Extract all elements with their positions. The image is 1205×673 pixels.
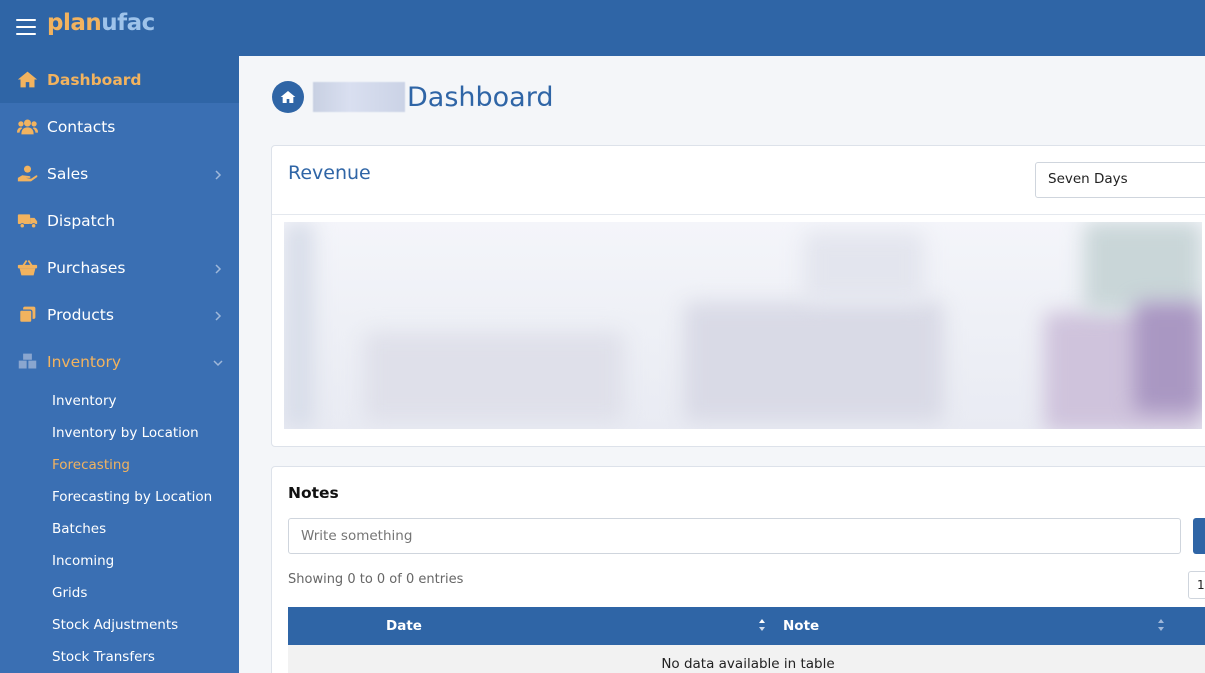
table-header: Date Note xyxy=(288,607,1205,645)
revenue-card: Revenue Seven Days xyxy=(271,145,1205,447)
notes-card: Notes Showing 0 to 0 of 0 entries 10 Dat… xyxy=(271,466,1205,673)
revenue-card-header: Revenue Seven Days xyxy=(272,146,1205,215)
add-note-button[interactable] xyxy=(1193,518,1205,554)
chevron-right-icon xyxy=(213,261,223,274)
sidebar-item-dashboard[interactable]: Dashboard xyxy=(0,56,239,103)
submenu-item-label: Inventory xyxy=(52,393,117,409)
sidebar-item-contacts[interactable]: Contacts xyxy=(0,103,239,150)
submenu-item-stock-adjustments[interactable]: Stock Adjustments xyxy=(0,609,239,641)
page-title: Dashboard xyxy=(407,81,554,113)
inventory-submenu: Inventory Inventory by Location Forecast… xyxy=(0,385,239,673)
submenu-item-label: Incoming xyxy=(52,553,115,569)
page-header: Dashboard xyxy=(272,80,553,114)
sidebar-item-dispatch[interactable]: Dispatch xyxy=(0,197,239,244)
top-navbar: planufac xyxy=(0,0,1205,56)
submenu-item-incoming[interactable]: Incoming xyxy=(0,545,239,577)
notes-table: Date Note No data available in table xyxy=(288,607,1205,673)
notes-input[interactable] xyxy=(288,518,1181,554)
sidebar-item-label: Purchases xyxy=(47,258,126,277)
truck-icon xyxy=(16,211,38,231)
sidebar-item-inventory[interactable]: Inventory xyxy=(0,338,239,385)
chevron-right-icon xyxy=(213,167,223,180)
sort-icon[interactable] xyxy=(1157,618,1165,632)
column-header-note[interactable]: Note xyxy=(783,618,819,634)
column-header-date[interactable]: Date xyxy=(386,618,422,634)
submenu-item-label: Grids xyxy=(52,585,88,601)
submenu-item-inventory[interactable]: Inventory xyxy=(0,385,239,417)
submenu-item-label: Batches xyxy=(52,521,107,537)
redacted-company-name xyxy=(313,82,405,112)
submenu-item-forecasting[interactable]: Forecasting xyxy=(0,449,239,481)
sidebar-item-purchases[interactable]: Purchases xyxy=(0,244,239,291)
sort-icon[interactable] xyxy=(758,618,766,632)
home-icon xyxy=(16,70,38,90)
chevron-down-icon xyxy=(213,355,223,367)
sidebar-item-label: Dispatch xyxy=(47,211,116,230)
submenu-item-forecasting-by-location[interactable]: Forecasting by Location xyxy=(0,481,239,513)
submenu-item-batches[interactable]: Batches xyxy=(0,513,239,545)
submenu-item-label: Inventory by Location xyxy=(52,425,199,441)
hamburger-menu-icon[interactable] xyxy=(16,19,38,37)
submenu-item-label: Stock Adjustments xyxy=(52,617,179,633)
submenu-item-stock-transfers[interactable]: Stock Transfers xyxy=(0,641,239,673)
table-entries-info: Showing 0 to 0 of 0 entries xyxy=(288,572,464,587)
sidebar-item-products[interactable]: Products xyxy=(0,291,239,338)
users-icon xyxy=(16,117,38,137)
page-length-select[interactable]: 10 xyxy=(1188,571,1205,599)
sidebar-item-label: Contacts xyxy=(47,117,116,136)
home-icon[interactable] xyxy=(272,81,304,113)
revenue-title: Revenue xyxy=(288,162,371,184)
sidebar: Dashboard Contacts Sales Dispatch Purcha… xyxy=(0,56,239,673)
hand-holding-dollar-icon xyxy=(16,164,38,184)
boxes-icon xyxy=(16,352,38,372)
sidebar-item-label: Products xyxy=(47,305,114,324)
table-empty-row: No data available in table xyxy=(288,645,1205,673)
sidebar-item-label: Dashboard xyxy=(47,70,142,89)
submenu-item-grids[interactable]: Grids xyxy=(0,577,239,609)
copy-icon xyxy=(16,305,38,325)
submenu-item-label: Stock Transfers xyxy=(52,649,155,665)
submenu-item-label: Forecasting by Location xyxy=(52,489,213,505)
revenue-chart-blurred xyxy=(284,222,1202,429)
chevron-right-icon xyxy=(213,308,223,321)
sidebar-item-label: Inventory xyxy=(47,352,122,371)
submenu-item-label: Forecasting xyxy=(52,457,131,473)
main-content: Dashboard Revenue Seven Days Notes Showi… xyxy=(239,56,1205,673)
notes-title: Notes xyxy=(288,484,339,502)
sidebar-item-sales[interactable]: Sales xyxy=(0,150,239,197)
submenu-item-inventory-by-location[interactable]: Inventory by Location xyxy=(0,417,239,449)
sidebar-item-label: Sales xyxy=(47,164,89,183)
basket-icon xyxy=(16,258,38,278)
revenue-range-select[interactable]: Seven Days xyxy=(1035,162,1205,198)
app-logo[interactable]: planufac xyxy=(47,10,155,36)
